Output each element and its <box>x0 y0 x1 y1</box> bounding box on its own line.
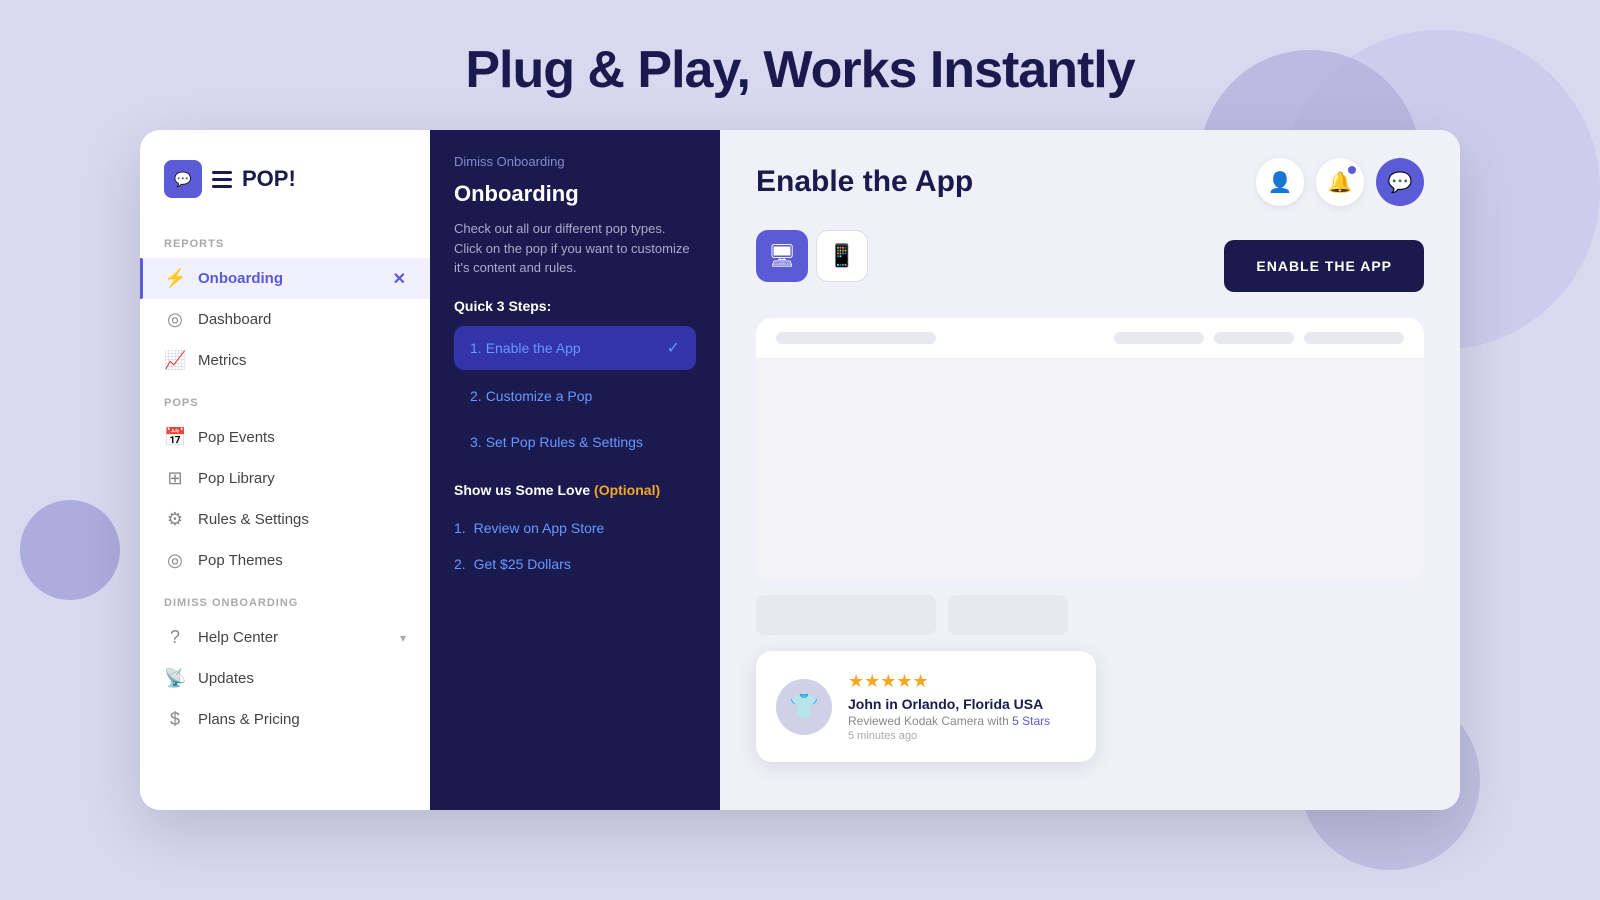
sidebar-item-label: Dashboard <box>198 311 271 328</box>
notification-dot <box>1348 166 1356 174</box>
review-time: 5 minutes ago <box>848 730 1050 742</box>
sidebar-item-label: Onboarding <box>198 270 283 287</box>
sidebar-item-label: Rules & Settings <box>198 511 309 528</box>
grid-icon: ⊞ <box>164 468 186 489</box>
dismiss-link[interactable]: Dimiss Onboarding <box>454 154 696 169</box>
sidebar-item-pop-themes[interactable]: ◎ Pop Themes <box>140 540 430 581</box>
calendar-icon: 📅 <box>164 427 186 448</box>
preview-bar <box>756 318 1424 359</box>
shirt-icon: 👕 <box>789 692 819 721</box>
mobile-icon: 📱 <box>828 243 855 269</box>
step-3[interactable]: 3.Set Pop Rules & Settings <box>454 422 696 462</box>
sidebar-item-help-center[interactable]: ? Help Center ▾ <box>140 617 430 658</box>
dashboard-icon: ◎ <box>164 309 186 330</box>
header-icons: 👤 🔔 💬 <box>1256 158 1424 206</box>
bg-blob-left <box>20 500 120 600</box>
dollar-icon: $ <box>164 709 186 730</box>
dollars-link: Get $25 Dollars <box>474 556 571 572</box>
onboarding-panel: Dimiss Onboarding Onboarding Check out a… <box>430 130 720 810</box>
sidebar-item-label: Updates <box>198 670 254 687</box>
step-1[interactable]: 1.Enable the App ✓ <box>454 326 696 370</box>
review-link: Review on App Store <box>474 520 605 536</box>
step-2[interactable]: 2.Customize a Pop <box>454 376 696 416</box>
preview-bottom-placeholders <box>756 595 1424 635</box>
updates-icon: 📡 <box>164 668 186 689</box>
onboarding-description: Check out all our different pop types. C… <box>454 219 696 278</box>
notification-icon-button[interactable]: 🔔 <box>1316 158 1364 206</box>
sidebar-logo: 💬 POP! <box>140 160 430 222</box>
close-icon[interactable]: ✕ <box>393 269 406 289</box>
step-2-label: Customize a Pop <box>486 388 593 404</box>
preview-body <box>756 359 1424 579</box>
step-3-label: Set Pop Rules & Settings <box>486 434 643 450</box>
enable-app-button[interactable]: ENABLE THE APP <box>1224 240 1424 292</box>
section-label-pops: POPS <box>140 381 430 417</box>
review-description: Reviewed Kodak Camera with 5 Stars <box>848 714 1050 728</box>
metrics-icon: 📈 <box>164 350 186 371</box>
review-stars: ★★★★★ <box>848 671 1050 692</box>
lightning-icon: ⚡ <box>164 268 186 289</box>
check-icon: ✓ <box>667 338 680 358</box>
tab-mobile[interactable]: 📱 <box>816 230 868 282</box>
section-label-help: Dimiss Onboarding <box>140 581 430 617</box>
chevron-down-icon: ▾ <box>400 631 406 645</box>
main-content: Enable the App 👤 🔔 💬 🖥 <box>720 130 1460 810</box>
step-1-label: Enable the App <box>486 340 581 356</box>
main-card: 💬 POP! REPORTS ⚡ Onboarding ✕ ◎ Dashboar… <box>140 130 1460 810</box>
sidebar-item-label: Pop Events <box>198 429 275 446</box>
preview-pill-2 <box>1114 332 1204 344</box>
sidebar-item-label: Help Center <box>198 629 278 646</box>
review-content: ★★★★★ John in Orlando, Florida USA Revie… <box>848 671 1050 742</box>
quick-steps-label: Quick 3 Steps: <box>454 298 696 314</box>
review-highlight: 5 Stars <box>1012 714 1050 728</box>
sidebar-item-label: Metrics <box>198 352 246 369</box>
user-icon: 👤 <box>1268 170 1293 195</box>
help-icon: ? <box>164 627 186 648</box>
themes-icon: ◎ <box>164 550 186 571</box>
sidebar-item-pop-library[interactable]: ⊞ Pop Library <box>140 458 430 499</box>
preview-pill-4 <box>1304 332 1404 344</box>
section-label-reports: REPORTS <box>140 222 430 258</box>
logo-icon: 💬 <box>164 160 202 198</box>
desktop-icon: 🖥 <box>768 243 796 269</box>
sidebar-item-label: Plans & Pricing <box>198 711 300 728</box>
logo-lines <box>212 171 232 188</box>
sidebar-item-onboarding[interactable]: ⚡ Onboarding ✕ <box>140 258 430 299</box>
sidebar-item-label: Pop Themes <box>198 552 283 569</box>
love-item-review[interactable]: 1. Review on App Store <box>454 510 696 546</box>
device-tabs: 🖥 📱 <box>756 230 868 282</box>
content-title: Enable the App <box>756 165 973 199</box>
preview-pill-3 <box>1214 332 1294 344</box>
avatar-button[interactable]: 💬 <box>1376 158 1424 206</box>
review-card: 👕 ★★★★★ John in Orlando, Florida USA Rev… <box>756 651 1096 762</box>
sidebar-item-label: Pop Library <box>198 470 275 487</box>
sidebar: 💬 POP! REPORTS ⚡ Onboarding ✕ ◎ Dashboar… <box>140 130 430 810</box>
placeholder-bar-1 <box>756 595 936 635</box>
sidebar-item-metrics[interactable]: 📈 Metrics <box>140 340 430 381</box>
device-controls-row: 🖥 📱 ENABLE THE APP <box>756 230 1424 302</box>
sidebar-logo-text: POP! <box>242 166 296 192</box>
preview-bottom-row <box>756 595 1424 635</box>
avatar-icon: 💬 <box>1388 170 1413 195</box>
sidebar-item-dashboard[interactable]: ◎ Dashboard <box>140 299 430 340</box>
placeholder-bar-2 <box>948 595 1068 635</box>
tab-desktop[interactable]: 🖥 <box>756 230 808 282</box>
sidebar-item-rules-settings[interactable]: ⚙ Rules & Settings <box>140 499 430 540</box>
preview-pill-1 <box>776 332 936 344</box>
review-avatar: 👕 <box>776 679 832 735</box>
show-love-label: Show us Some Love (Optional) <box>454 482 696 498</box>
review-name: John in Orlando, Florida USA <box>848 696 1050 712</box>
love-item-dollars[interactable]: 2. Get $25 Dollars <box>454 546 696 582</box>
sidebar-item-plans-pricing[interactable]: $ Plans & Pricing <box>140 699 430 740</box>
sliders-icon: ⚙ <box>164 509 186 530</box>
sidebar-item-pop-events[interactable]: 📅 Pop Events <box>140 417 430 458</box>
preview-area <box>756 318 1424 579</box>
user-icon-button[interactable]: 👤 <box>1256 158 1304 206</box>
content-header: Enable the App 👤 🔔 💬 <box>756 158 1424 206</box>
onboarding-title: Onboarding <box>454 181 696 207</box>
sidebar-item-updates[interactable]: 📡 Updates <box>140 658 430 699</box>
